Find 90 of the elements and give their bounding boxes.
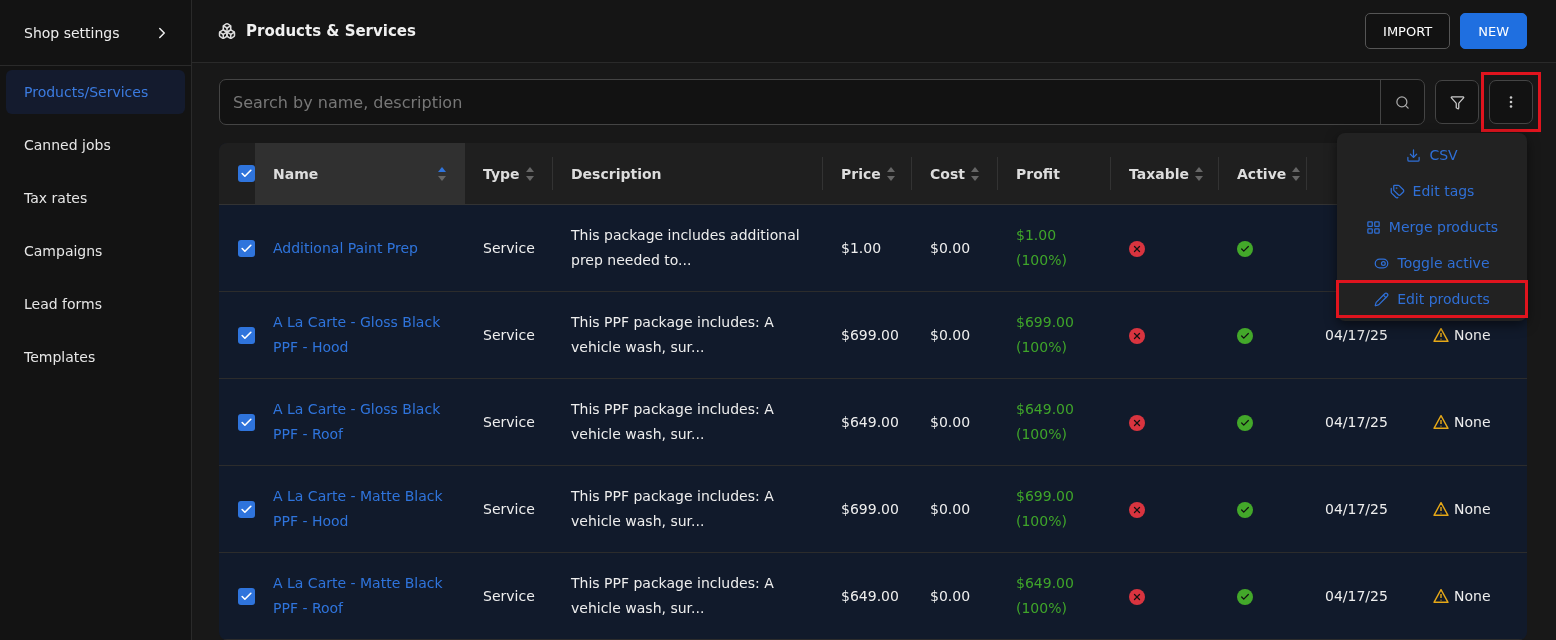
table-cell-text: 04/17/25 — [1324, 325, 1389, 345]
table-cell-text: $699.00 — [840, 325, 900, 345]
check-icon — [240, 589, 253, 603]
table-cell: None — [1454, 414, 1491, 430]
search-icon — [1395, 94, 1410, 110]
check-icon — [240, 167, 253, 180]
table-cell-text: Service — [482, 586, 536, 606]
sort-icon[interactable] — [1291, 165, 1302, 182]
column-header[interactable]: Name — [255, 143, 465, 204]
check-icon — [240, 415, 253, 429]
new-button[interactable]: NEW — [1460, 13, 1527, 49]
sidebar-title: Shop settings — [24, 24, 120, 41]
warning-icon — [1433, 502, 1449, 516]
product-name-link[interactable]: A La Carte - Matte Black PPF - Roof — [255, 571, 465, 621]
warning-icon — [1433, 328, 1449, 342]
table-cell-text: This PPF package includes: A vehicle wash, sur... — [570, 400, 775, 444]
tags-icon — [1389, 183, 1405, 199]
row-checkbox[interactable] — [238, 326, 255, 344]
warning-icon — [1433, 589, 1449, 603]
table-cell-text: This package includes additional prep needed to... — [570, 226, 801, 270]
profit-cell-text: $649.00 (100%) — [1015, 574, 1075, 618]
sort-icon[interactable] — [524, 165, 535, 182]
sort-icon[interactable] — [437, 165, 447, 182]
row-checkbox[interactable] — [238, 239, 255, 257]
column-header[interactable]: Description — [553, 157, 823, 190]
check-icon — [240, 328, 253, 342]
table-cell-text: $1.00 — [840, 238, 883, 258]
table-cell-text: $0.00 — [929, 586, 972, 606]
column-header[interactable]: Type — [465, 157, 553, 190]
column-header[interactable]: Active — [1219, 157, 1307, 190]
more-icon — [1509, 96, 1513, 108]
row-checkbox[interactable] — [238, 587, 255, 605]
table-cell-text: This PPF package includes: A vehicle wash, sur... — [570, 313, 775, 357]
row-checkbox[interactable] — [238, 413, 255, 431]
table-cell-text: Service — [482, 412, 536, 432]
table-cell-text: $649.00 — [840, 586, 900, 606]
search-field[interactable]: Search by name, description — [219, 79, 1425, 125]
table-cell-text: Service — [482, 499, 536, 519]
table-cell-text: $699.00 — [840, 499, 900, 519]
select-all-checkbox[interactable] — [238, 165, 255, 182]
sidebar-item[interactable]: Products/Services — [6, 70, 185, 114]
column-header[interactable]: Cost — [912, 157, 998, 190]
profit-cell-text: $649.00 (100%) — [1015, 400, 1075, 444]
warning-icon — [1433, 415, 1449, 429]
profit-cell-text: $699.00 (100%) — [1015, 487, 1075, 531]
table-cell-text: Service — [482, 325, 536, 345]
table-cell: None — [1454, 501, 1491, 517]
table-cell-text: $0.00 — [929, 412, 972, 432]
download-icon — [1406, 147, 1422, 163]
toggle-icon — [1374, 255, 1390, 271]
import-button[interactable]: IMPORT — [1365, 13, 1451, 49]
column-header[interactable]: Profit — [998, 157, 1111, 190]
table-cell-text: 04/17/25 — [1324, 586, 1389, 606]
boxes-icon — [218, 22, 236, 40]
product-name-link[interactable]: A La Carte - Gloss Black PPF - Roof — [255, 397, 465, 447]
search-input[interactable]: Search by name, description — [220, 91, 1380, 113]
filter-button[interactable] — [1435, 80, 1479, 124]
page-title: Products & Services — [246, 22, 416, 40]
table-cell-text: This PPF package includes: A vehicle wash, sur... — [570, 574, 775, 618]
table-cell-text: $0.00 — [929, 238, 972, 258]
pencil-icon — [1374, 291, 1390, 307]
sidebar-item[interactable]: Lead forms — [6, 282, 185, 326]
sort-icon[interactable] — [969, 165, 980, 182]
table-cell-text: 04/17/25 — [1324, 412, 1389, 432]
column-header[interactable]: Taxable — [1111, 157, 1219, 190]
sort-icon[interactable] — [885, 165, 896, 182]
product-name-link[interactable]: A La Carte - Matte Black PPF - Hood — [255, 484, 465, 534]
table-cell: None — [1454, 588, 1491, 604]
sidebar-item[interactable]: Canned jobs — [6, 123, 185, 167]
table-cell-text: $649.00 — [840, 412, 900, 432]
sidebar-item[interactable]: Templates — [6, 335, 185, 379]
grid-icon — [1365, 219, 1381, 235]
table-cell-text: 04/17/25 — [1324, 499, 1389, 519]
check-icon — [240, 502, 253, 516]
sidebar-item[interactable]: Tax rates — [6, 176, 185, 220]
profit-cell-text: $1.00 (100%) — [1015, 226, 1068, 270]
profit-cell-text: $699.00 (100%) — [1015, 313, 1075, 357]
table-cell-text: This PPF package includes: A vehicle wash, sur... — [570, 487, 775, 531]
product-name-link[interactable]: A La Carte - Gloss Black PPF - Hood — [255, 310, 465, 360]
filter-icon — [1449, 94, 1465, 110]
table-cell-text: $0.00 — [929, 499, 972, 519]
check-icon — [240, 241, 253, 255]
sort-icon[interactable] — [1194, 165, 1204, 182]
column-header[interactable]: Price — [823, 157, 912, 190]
table-cell-text: $0.00 — [929, 325, 972, 345]
sidebar-item[interactable]: Campaigns — [6, 229, 185, 273]
table-cell-text: Service — [482, 238, 536, 258]
row-checkbox[interactable] — [238, 500, 255, 518]
table-cell: None — [1454, 327, 1491, 343]
product-name-link[interactable]: Additional Paint Prep — [255, 235, 465, 261]
